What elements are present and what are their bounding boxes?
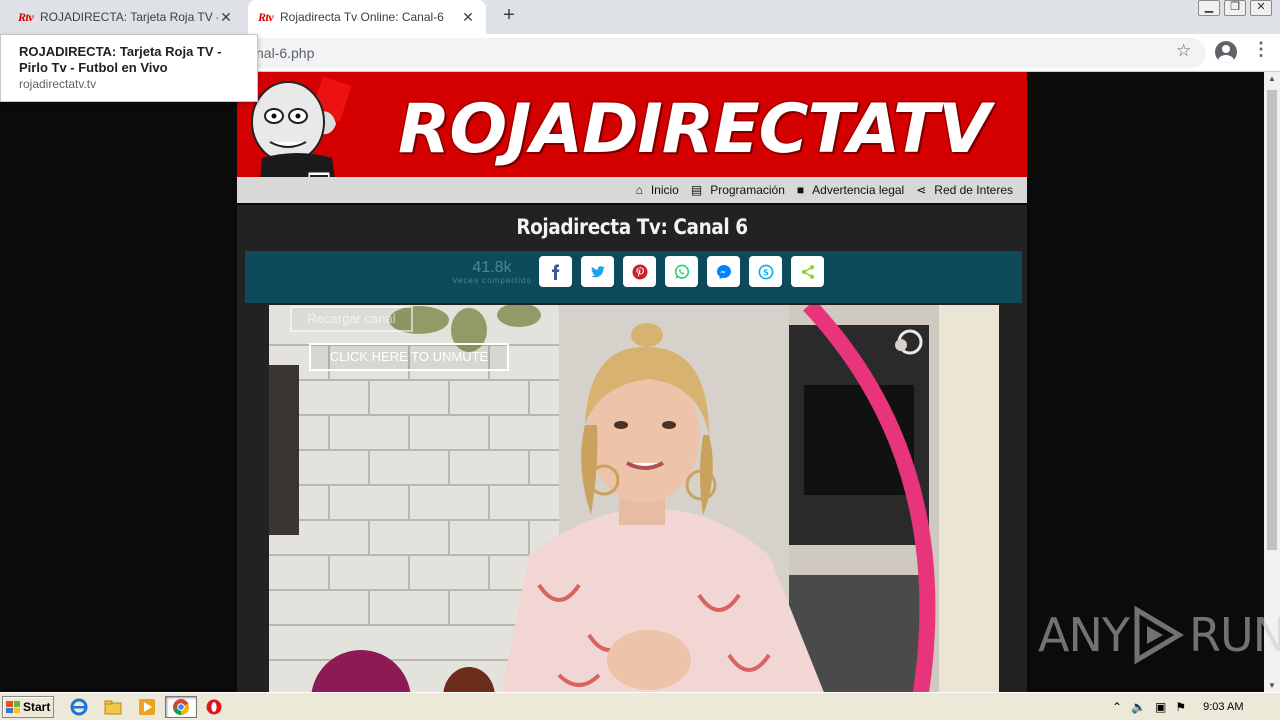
- pinterest-share-button[interactable]: [623, 256, 656, 287]
- rtv-favicon-icon: Rtv: [18, 9, 34, 24]
- scrollbar-thumb[interactable]: [1267, 90, 1277, 550]
- generic-share-button[interactable]: [791, 256, 824, 287]
- list-icon: ▤: [690, 183, 703, 197]
- share-count-label: Veces compartido: [452, 276, 532, 285]
- tab-title: ROJADIRECTA: Tarjeta Roja TV - Pirlo: [40, 10, 218, 24]
- tooltip-title: ROJADIRECTA: Tarjeta Roja TV - Pirlo Tv …: [19, 44, 222, 75]
- book-icon: ■: [796, 183, 805, 197]
- tray-expand-icon[interactable]: ⌃: [1112, 700, 1122, 714]
- bookmark-star-icon[interactable]: ☆: [1176, 41, 1191, 61]
- share-icon: ⋖: [916, 183, 927, 197]
- scroll-up-icon[interactable]: ▲: [1264, 74, 1280, 83]
- windows-logo-icon: [6, 701, 20, 713]
- whatsapp-icon: [674, 264, 689, 279]
- tab-title: Rojadirecta Tv Online: Canal-6: [280, 10, 444, 24]
- profile-avatar-icon[interactable]: [1215, 41, 1237, 63]
- facebook-icon: [551, 264, 559, 280]
- tooltip-host: rojadirectatv.tv: [19, 77, 97, 91]
- page-viewport: ROJADIRECTATV ⌂ Inicio ▤ Programación ■ …: [0, 72, 1264, 692]
- system-tray: ⌃ 🔈 ▣ ⚑ 9:03 AM: [1104, 696, 1280, 718]
- share-icon: [801, 264, 814, 279]
- nav-label: Inicio: [650, 183, 679, 197]
- watermark-left: ANY: [1038, 608, 1130, 662]
- media-player-icon[interactable]: [138, 698, 156, 716]
- taskbar-clock[interactable]: 9:03 AM: [1203, 701, 1243, 713]
- windows-taskbar: Start ⌃ 🔈 ▣ ⚑ 9:03 AM: [0, 692, 1280, 720]
- taskbar-chrome-button[interactable]: [165, 696, 197, 718]
- tab-close-icon[interactable]: ✕: [218, 9, 234, 26]
- page-scrollbar[interactable]: ▲ ▼: [1264, 72, 1280, 692]
- video-player[interactable]: Recargar canal CLICK HERE TO UNMUTE: [269, 305, 999, 692]
- url-text: nal-6.php: [256, 45, 315, 61]
- skype-icon: [758, 264, 773, 279]
- home-icon: ⌂: [635, 183, 643, 197]
- share-bar: 41.8k Veces compartido: [245, 251, 1022, 303]
- tab-canal-6[interactable]: Rtv Rojadirecta Tv Online: Canal-6 ✕: [248, 0, 486, 34]
- address-bar[interactable]: nal-6.php: [220, 38, 1206, 68]
- minimize-icon[interactable]: ▁: [1198, 0, 1220, 16]
- scroll-down-icon[interactable]: ▼: [1264, 681, 1280, 690]
- folder-icon[interactable]: [104, 698, 122, 716]
- network-icon[interactable]: ▣: [1155, 700, 1166, 714]
- chrome-icon: [173, 699, 190, 715]
- anyrun-watermark: ANY RUN: [1038, 606, 1280, 664]
- nav-item-inicio[interactable]: ⌂ Inicio: [636, 183, 679, 197]
- nav-label: Advertencia legal: [812, 183, 905, 197]
- messenger-share-button[interactable]: [707, 256, 740, 287]
- pinterest-icon: [632, 264, 647, 279]
- facebook-share-button[interactable]: [539, 256, 572, 287]
- nav-item-advertencia[interactable]: ■ Advertencia legal: [797, 183, 904, 197]
- share-count: 41.8k Veces compartido: [450, 259, 534, 285]
- volume-icon[interactable]: 🔈: [1131, 700, 1146, 714]
- site-nav: ⌂ Inicio ▤ Programación ■ Advertencia le…: [237, 177, 1027, 203]
- tab-close-icon[interactable]: ✕: [460, 9, 476, 26]
- kebab-menu-icon[interactable]: ⋮: [1252, 39, 1270, 60]
- start-label: Start: [23, 700, 51, 714]
- nav-item-programacion[interactable]: ▤ Programación: [691, 183, 785, 197]
- messenger-icon: [716, 264, 731, 279]
- rtv-favicon-icon: Rtv: [258, 9, 274, 24]
- close-window-icon[interactable]: ✕: [1250, 0, 1272, 16]
- unmute-button[interactable]: CLICK HERE TO UNMUTE: [309, 343, 509, 371]
- play-logo-icon: [1134, 606, 1184, 664]
- twitter-icon: [590, 265, 605, 277]
- nav-item-red-de-interes[interactable]: ⋖ Red de Interes: [916, 183, 1013, 197]
- start-button[interactable]: Start: [2, 696, 54, 718]
- tab-tooltip: ROJADIRECTA: Tarjeta Roja TV - Pirlo Tv …: [0, 34, 258, 102]
- loading-spinner-icon: [895, 329, 923, 355]
- twitter-share-button[interactable]: [581, 256, 614, 287]
- whatsapp-share-button[interactable]: [665, 256, 698, 287]
- watermark-right: RUN: [1188, 608, 1280, 662]
- tab-rojadirecta-home[interactable]: Rtv ROJADIRECTA: Tarjeta Roja TV - Pirlo…: [8, 0, 244, 34]
- tab-strip: Rtv ROJADIRECTA: Tarjeta Roja TV - Pirlo…: [0, 0, 1280, 34]
- action-center-flag-icon[interactable]: ⚑: [1175, 700, 1186, 714]
- main-content: Rojadirecta Tv: Canal 6 41.8k Veces comp…: [237, 205, 1027, 692]
- nav-label: Programación: [710, 183, 785, 197]
- share-count-number: 41.8k: [472, 259, 512, 276]
- internet-explorer-icon[interactable]: [70, 698, 88, 716]
- opera-icon[interactable]: [205, 698, 223, 716]
- skype-share-button[interactable]: [749, 256, 782, 287]
- window-controls: ▁ ❐ ✕: [1198, 0, 1272, 16]
- restore-icon[interactable]: ❐: [1224, 0, 1246, 16]
- reload-channel-button[interactable]: Recargar canal: [290, 306, 413, 332]
- page-title: Rojadirecta Tv: Canal 6: [516, 215, 748, 239]
- site-logo[interactable]: ROJADIRECTATV: [397, 89, 993, 171]
- nav-label: Red de Interes: [934, 183, 1013, 197]
- new-tab-button[interactable]: +: [498, 5, 520, 27]
